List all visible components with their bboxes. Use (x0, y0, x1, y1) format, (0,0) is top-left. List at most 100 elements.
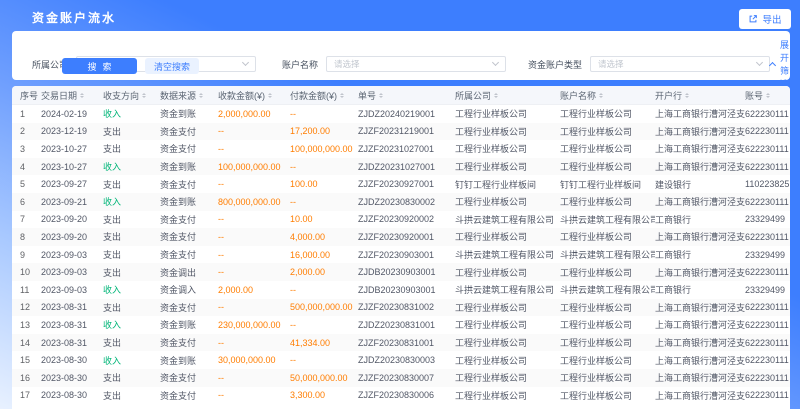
cell-trade-date: 2023-08-31 (41, 320, 103, 330)
cell-pay-amount: 100,000,000.00 (290, 144, 358, 154)
cell-account-no: 622230111 (745, 144, 790, 154)
cell-doc-no: ZJZF20230831001 (358, 338, 455, 348)
column-header-data-source[interactable]: 数据来源 (160, 89, 218, 102)
table-body: 12024-02-19收入资金到账2,000,000.00--ZJDZ20240… (12, 105, 790, 404)
cell-doc-no: ZJDZ20230830002 (358, 197, 455, 207)
column-label: 收支方向 (103, 89, 139, 102)
table-row: 172023-08-30支出资金支付--3,300.00ZJZF20230830… (12, 387, 790, 405)
column-header-account-no[interactable]: 账号 (745, 89, 790, 102)
cell-doc-no: ZJDZ20230831001 (358, 320, 455, 330)
cell-receive-amount: -- (218, 232, 290, 242)
column-label: 数据来源 (160, 89, 196, 102)
column-label: 付款金额(¥) (290, 89, 337, 102)
filter-group-company: 所属公司 请选择 (24, 56, 256, 72)
cell-pay-amount: 41,334.00 (290, 338, 358, 348)
cell-doc-no: ZJZF20230903001 (358, 250, 455, 260)
sort-caret-icon[interactable] (142, 93, 146, 98)
cell-account-no: 23329499 (745, 250, 790, 260)
cell-bank: 工商银行 (655, 213, 745, 226)
sort-caret-icon[interactable] (766, 93, 770, 98)
cell-account-name: 工程行业样板公司 (560, 160, 655, 173)
cell-receive-amount: -- (218, 267, 290, 277)
cell-pay-amount: 3,300.00 (290, 390, 358, 400)
column-header-bank[interactable]: 开户行 (655, 89, 745, 102)
cell-company: 工程行业样板公司 (455, 336, 560, 349)
cell-doc-no: ZJZF20230920001 (358, 232, 455, 242)
table-row: 82023-09-20支出资金支付--4,000.00ZJZF202309200… (12, 228, 790, 246)
sort-caret-icon[interactable] (494, 93, 498, 98)
column-header-company[interactable]: 所属公司 (455, 89, 560, 102)
column-label: 序号 (20, 89, 38, 102)
cell-doc-no: ZJDZ20240219001 (358, 109, 455, 119)
cell-account-no: 622230111 (745, 302, 790, 312)
sort-caret-icon[interactable] (379, 93, 383, 98)
cell-bank: 上海工商银行漕河泾支行 (655, 354, 745, 367)
column-header-receive-amount[interactable]: 收款金额(¥) (218, 89, 290, 102)
cell-company: 工程行业样板公司 (455, 266, 560, 279)
cell-trade-date: 2023-12-19 (41, 126, 103, 136)
column-header-direction[interactable]: 收支方向 (103, 89, 160, 102)
column-label: 账号 (745, 89, 763, 102)
cell-account-no: 622230111 (745, 390, 790, 400)
cell-bank: 上海工商银行漕河泾支行 (655, 160, 745, 173)
column-header-doc-no[interactable]: 单号 (358, 89, 455, 102)
sort-caret-icon[interactable] (268, 93, 272, 98)
cell-pay-amount: -- (290, 162, 358, 172)
cell-trade-date: 2023-08-30 (41, 355, 103, 365)
column-label: 账户名称 (560, 89, 596, 102)
sort-caret-icon[interactable] (685, 93, 689, 98)
table-row: 22023-12-19支出资金支付--17,200.00ZJZF20231219… (12, 123, 790, 141)
table-header: 序号交易日期收支方向 数据来源 收款金额(¥)付款金额(¥) 单号所属公司账户名称 开户… (12, 86, 790, 105)
cell-seq: 8 (20, 232, 41, 242)
cell-direction: 支出 (103, 125, 160, 138)
cell-seq: 11 (20, 285, 41, 295)
column-header-account-name[interactable]: 账户名称 (560, 89, 655, 102)
cell-receive-amount: 230,000,000.00 (218, 320, 290, 330)
cell-account-name: 工程行业样板公司 (560, 389, 655, 402)
cell-receive-amount: -- (218, 373, 290, 383)
sort-caret-icon[interactable] (199, 93, 203, 98)
cell-data-source: 资金支付 (160, 178, 218, 191)
filter-panel: 所属公司 请选择 账户名称 请选择 资金账户类型 请选择 展开筛选 搜索 清空搜 (12, 31, 790, 80)
sort-caret-icon[interactable] (599, 93, 603, 98)
cell-account-name: 斗拱云建筑工程有限公司 (560, 283, 655, 296)
account-type-select[interactable]: 请选择 (590, 56, 770, 72)
sort-caret-icon[interactable] (80, 93, 84, 98)
cell-doc-no: ZJDZ20230830003 (358, 355, 455, 365)
cell-bank: 上海工商银行漕河泾支行 (655, 301, 745, 314)
chevron-down-icon (492, 59, 499, 66)
column-header-seq: 序号 (20, 89, 41, 102)
cell-data-source: 资金支付 (160, 142, 218, 155)
cell-receive-amount: -- (218, 126, 290, 136)
column-header-trade-date[interactable]: 交易日期 (41, 89, 103, 102)
cell-data-source: 资金调入 (160, 283, 218, 296)
clear-search-button[interactable]: 清空搜索 (145, 58, 199, 74)
cell-direction: 支出 (103, 178, 160, 191)
cell-pay-amount: -- (290, 109, 358, 119)
cell-trade-date: 2023-09-03 (41, 285, 103, 295)
cell-direction: 支出 (103, 266, 160, 279)
table-row: 112023-09-03收入资金调入2,000.00--ZJDB20230903… (12, 281, 790, 299)
cell-data-source: 资金到账 (160, 160, 218, 173)
expand-filter-link[interactable]: 展开筛选 (770, 38, 789, 90)
table-row: 12024-02-19收入资金到账2,000,000.00--ZJDZ20240… (12, 105, 790, 123)
cell-direction: 支出 (103, 301, 160, 314)
cell-bank: 上海工商银行漕河泾支行 (655, 195, 745, 208)
cell-trade-date: 2023-09-20 (41, 232, 103, 242)
account-name-select[interactable]: 请选择 (326, 56, 506, 72)
export-button[interactable]: 导出 (739, 9, 791, 29)
cell-direction: 收入 (103, 318, 160, 331)
cell-direction: 支出 (103, 142, 160, 155)
cell-account-name: 工程行业样板公司 (560, 336, 655, 349)
search-button[interactable]: 搜索 (62, 58, 137, 74)
sort-caret-icon[interactable] (340, 93, 344, 98)
filter-label-account-name: 账户名称 (278, 58, 318, 71)
table-row: 132023-08-31收入资金到账230,000,000.00--ZJDZ20… (12, 316, 790, 334)
cell-receive-amount: -- (218, 144, 290, 154)
cell-bank: 上海工商银行漕河泾支行 (655, 125, 745, 138)
cell-account-no: 622230111 (745, 109, 790, 119)
cell-company: 斗拱云建筑工程有限公司 (455, 248, 560, 261)
cell-doc-no: ZJZF20231219001 (358, 126, 455, 136)
column-header-pay-amount[interactable]: 付款金额(¥) (290, 89, 358, 102)
cell-company: 工程行业样板公司 (455, 142, 560, 155)
